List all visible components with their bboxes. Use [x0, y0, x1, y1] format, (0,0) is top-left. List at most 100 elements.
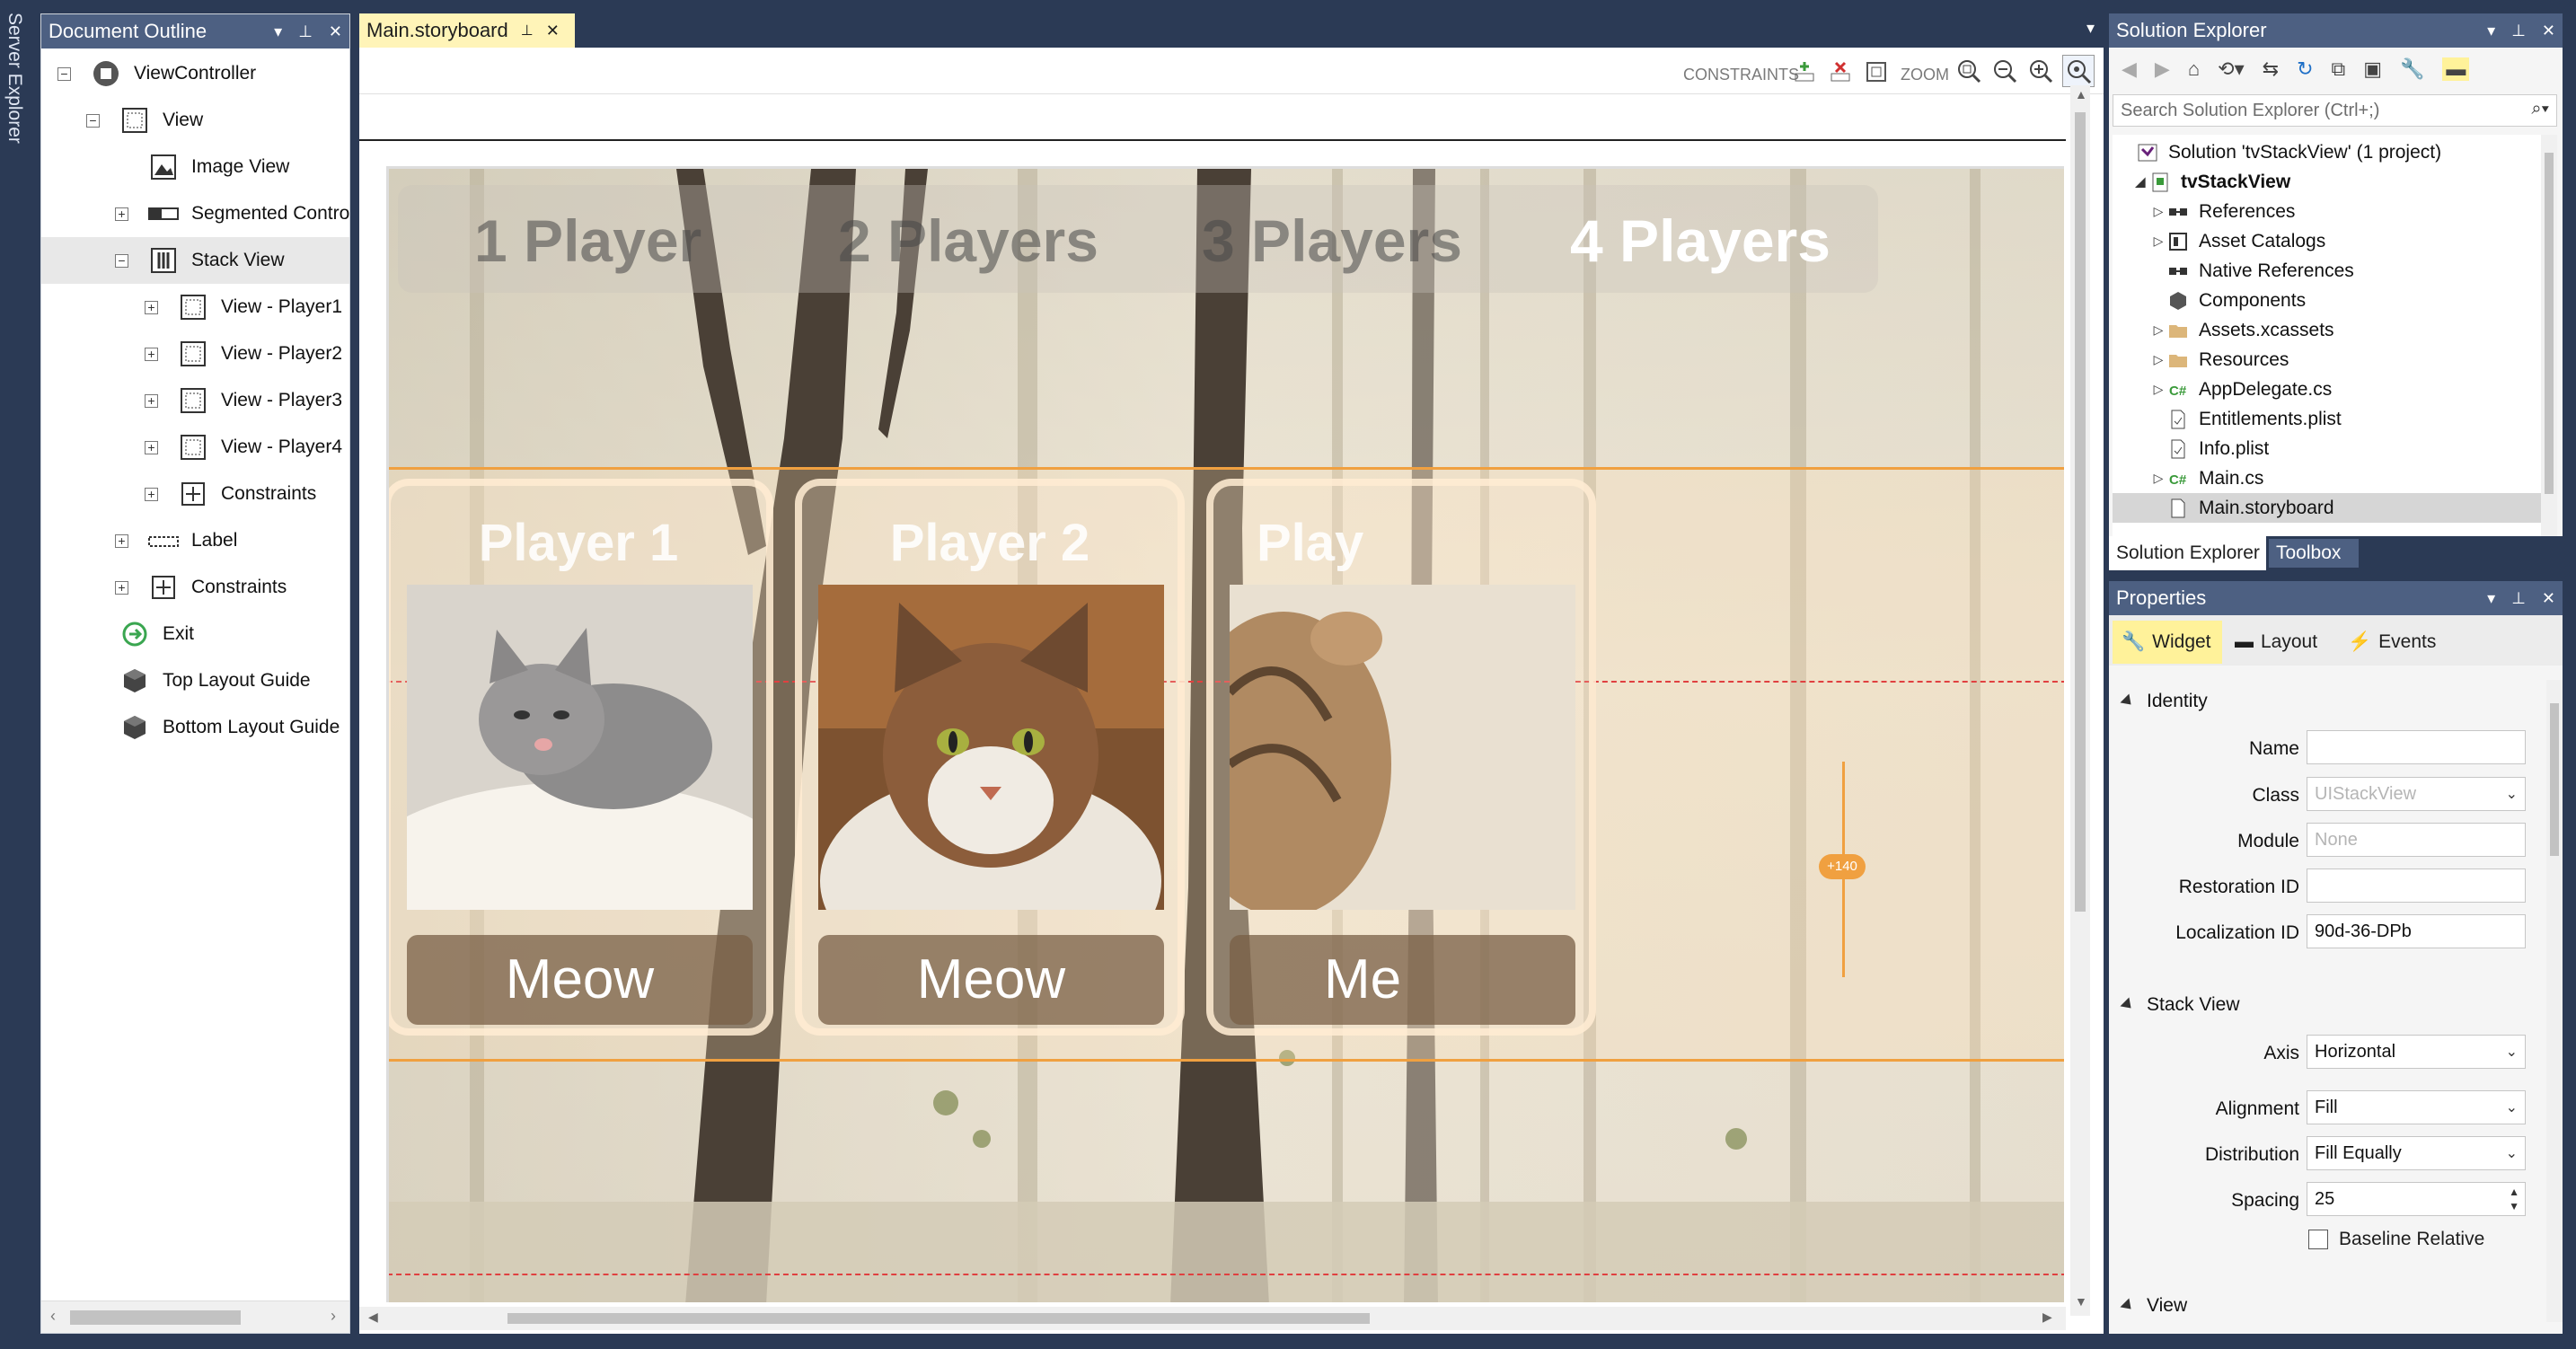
- dropdown-icon[interactable]: ▾: [274, 22, 282, 41]
- restoration-id-input[interactable]: [2307, 868, 2526, 903]
- tab-widget[interactable]: 🔧 Widget: [2113, 621, 2222, 664]
- outline-item-view[interactable]: − View: [86, 97, 203, 144]
- close-icon[interactable]: ✕: [2542, 589, 2555, 608]
- canvas-hscrollbar[interactable]: ◀ ▶: [359, 1307, 2066, 1330]
- outline-item-view-player1[interactable]: + View - Player1: [145, 284, 342, 331]
- components-item[interactable]: Components: [2113, 286, 2553, 315]
- outline-item-constraints-view[interactable]: + Constraints: [115, 564, 287, 611]
- outline-item-view-player4[interactable]: + View - Player4: [145, 424, 342, 471]
- name-input[interactable]: [2307, 730, 2526, 764]
- distribution-select[interactable]: Fill Equally ⌄: [2307, 1136, 2526, 1170]
- expand-icon[interactable]: +: [145, 347, 158, 361]
- stepper-arrows-icon[interactable]: ▲ ▼: [2509, 1185, 2519, 1213]
- scroll-right-icon[interactable]: ›: [331, 1307, 336, 1326]
- collapse-triangle-icon[interactable]: [2120, 997, 2136, 1013]
- spacing-stepper[interactable]: 25 ▲ ▼: [2307, 1182, 2526, 1216]
- pin-icon[interactable]: ⊥: [2511, 22, 2526, 40]
- expand-icon[interactable]: +: [115, 533, 128, 548]
- collapse-icon[interactable]: −: [86, 113, 100, 128]
- segment-2-players[interactable]: 2 Players: [838, 207, 1098, 275]
- outline-item-label[interactable]: + Label: [115, 517, 237, 564]
- scroll-thumb[interactable]: [2075, 112, 2086, 912]
- collapse-triangle-icon[interactable]: [2120, 693, 2136, 710]
- preview-icon[interactable]: ▬: [2442, 57, 2470, 81]
- zoom-fit-icon[interactable]: [1956, 58, 1981, 84]
- outline-hscrollbar[interactable]: ‹ ›: [41, 1301, 349, 1333]
- storyboard-canvas[interactable]: 1 Player 2 Players 3 Players 4 Players P…: [386, 166, 2064, 1302]
- zoom-out-icon[interactable]: [1992, 58, 2017, 84]
- home-icon[interactable]: ⌂: [2188, 57, 2200, 81]
- main-storyboard-item[interactable]: Main.storyboard: [2113, 493, 2553, 523]
- alignment-select[interactable]: Fill ⌄: [2307, 1090, 2526, 1124]
- resources-item[interactable]: ▷ Resources: [2113, 345, 2553, 375]
- assets-xcassets-item[interactable]: ▷ Assets.xcassets: [2113, 315, 2553, 345]
- scroll-left-icon[interactable]: ‹: [50, 1307, 56, 1326]
- segment-4-players[interactable]: 4 Players: [1570, 207, 1831, 275]
- pin-icon[interactable]: ⊥: [521, 22, 534, 40]
- collapse-all-icon[interactable]: ⧉: [2332, 57, 2346, 81]
- tab-toolbox[interactable]: Toolbox: [2269, 539, 2359, 568]
- server-explorer-strip[interactable]: Server Explorer: [0, 0, 34, 1349]
- close-icon[interactable]: ✕: [329, 22, 342, 41]
- scroll-left-icon[interactable]: ◀: [368, 1309, 378, 1325]
- expand-icon[interactable]: +: [145, 487, 158, 501]
- outline-item-segmented-control[interactable]: + Segmented Contro: [115, 190, 349, 237]
- expand-icon[interactable]: +: [115, 207, 128, 221]
- search-solution-explorer-input[interactable]: Search Solution Explorer (Ctrl+;) ⌕▾: [2113, 94, 2557, 127]
- scroll-thumb[interactable]: [2545, 153, 2554, 494]
- collapse-icon[interactable]: −: [57, 66, 71, 81]
- scroll-thumb[interactable]: [507, 1313, 1370, 1324]
- frame-icon[interactable]: [1865, 60, 1888, 84]
- spacing-badge[interactable]: +140: [1819, 854, 1866, 879]
- stack-view-section[interactable]: Stack View: [2120, 994, 2240, 1016]
- checkbox-box[interactable]: [2308, 1230, 2328, 1249]
- view-section[interactable]: View: [2120, 1295, 2187, 1317]
- outline-item-view-player2[interactable]: + View - Player2: [145, 331, 342, 377]
- native-references-item[interactable]: Native References: [2113, 256, 2553, 286]
- pin-icon[interactable]: ⊥: [298, 22, 313, 41]
- outline-item-top-layout-guide[interactable]: Top Layout Guide: [86, 657, 311, 704]
- segment-3-players[interactable]: 3 Players: [1202, 207, 1462, 275]
- solution-vscrollbar[interactable]: [2541, 135, 2557, 539]
- meow-button[interactable]: Me: [1230, 935, 1575, 1025]
- refresh-icon[interactable]: ↻: [2297, 57, 2313, 81]
- meow-button[interactable]: Meow: [407, 935, 753, 1025]
- localization-id-input[interactable]: 90d-36-DPb: [2307, 914, 2526, 948]
- outline-item-constraints-stack[interactable]: + Constraints: [145, 471, 316, 517]
- asset-catalogs-item[interactable]: ▷ Asset Catalogs: [2113, 226, 2553, 256]
- outline-item-bottom-layout-guide[interactable]: Bottom Layout Guide: [86, 704, 340, 751]
- properties-icon[interactable]: 🔧: [2400, 57, 2424, 81]
- project-item[interactable]: ◢ tvStackView: [2113, 167, 2553, 197]
- dropdown-icon[interactable]: ▾: [2487, 22, 2495, 40]
- tab-main-storyboard[interactable]: Main.storyboard ⊥ ✕: [359, 13, 575, 48]
- class-select[interactable]: UIStackView ⌄: [2307, 777, 2526, 811]
- tab-solution-explorer[interactable]: Solution Explorer: [2109, 536, 2266, 570]
- expand-icon[interactable]: +: [145, 300, 158, 314]
- zoom-in-icon[interactable]: [2028, 58, 2053, 84]
- references-item[interactable]: ▷ References: [2113, 197, 2553, 226]
- player-card-1[interactable]: Player 1 Meow: [389, 479, 773, 1036]
- identity-section[interactable]: Identity: [2120, 691, 2208, 712]
- dropdown-icon[interactable]: ▾: [2487, 589, 2495, 608]
- sync-icon[interactable]: ⇆: [2263, 57, 2279, 81]
- expand-icon[interactable]: +: [115, 580, 128, 595]
- close-icon[interactable]: ✕: [2542, 22, 2555, 40]
- player-card-2[interactable]: Player 2 Meow: [795, 479, 1185, 1036]
- canvas-vscrollbar[interactable]: ▲ ▼: [2070, 85, 2090, 1316]
- expand-icon[interactable]: +: [145, 393, 158, 408]
- zoom-actual-icon[interactable]: [2062, 55, 2095, 87]
- meow-button[interactable]: Meow: [818, 935, 1164, 1025]
- collapse-triangle-icon[interactable]: [2120, 1298, 2136, 1314]
- player-card-3[interactable]: Play Me: [1206, 479, 1596, 1036]
- tab-overflow-icon[interactable]: ▾: [2086, 19, 2095, 38]
- outline-item-exit[interactable]: Exit: [86, 611, 194, 657]
- scroll-thumb[interactable]: [2550, 703, 2559, 856]
- properties-vscrollbar[interactable]: [2546, 680, 2563, 1322]
- scroll-right-icon[interactable]: ▶: [2042, 1309, 2052, 1325]
- pin-icon[interactable]: ⊥: [2511, 589, 2526, 608]
- outline-item-image-view[interactable]: Image View: [115, 144, 289, 190]
- tab-events[interactable]: ⚡ Events: [2348, 621, 2456, 664]
- scroll-thumb[interactable]: [70, 1310, 241, 1325]
- outline-item-view-player3[interactable]: + View - Player3: [145, 377, 342, 424]
- add-constraint-icon[interactable]: [1793, 60, 1816, 84]
